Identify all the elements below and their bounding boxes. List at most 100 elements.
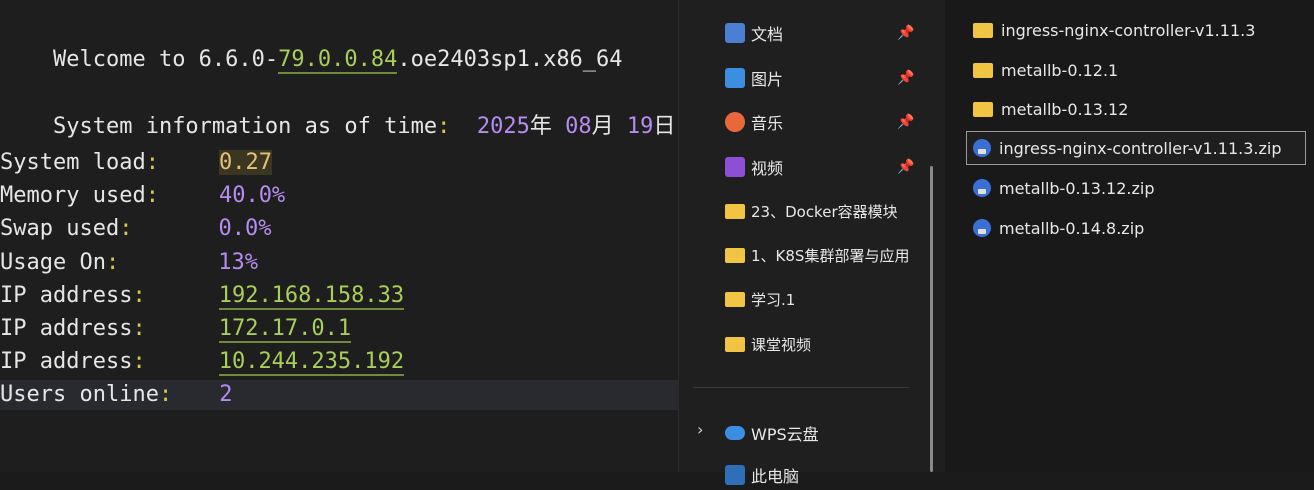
stat-row: Memory used: 40.0% (0, 181, 285, 211)
list-item[interactable]: metallb-0.13.12 (967, 92, 1307, 126)
nav-item-label: 此电脑 (751, 467, 800, 486)
file-name: ingress-nginx-controller-v1.11.3.zip (999, 138, 1282, 158)
stat-value: 0.27 (218, 150, 272, 175)
pin-icon[interactable]: 📌 (897, 114, 914, 130)
file-name: metallb-0.14.8.zip (999, 218, 1145, 238)
stat-colon: : (145, 150, 159, 175)
stat-colon: : (119, 216, 133, 241)
nav-item-label: 视频 (751, 159, 784, 178)
sysinfo-year-unit: 年 (529, 114, 566, 139)
nav-item-documents[interactable]: 文档 (725, 18, 783, 48)
explorer-nav-pane[interactable]: 文档 📌 图片 📌 音乐 📌 视频 📌 23、Docker容器模块 1、K8S集… (678, 0, 946, 486)
stat-label: System load (0, 150, 146, 175)
welcome-version: 79.0.0.84 (278, 47, 398, 74)
sysinfo-label: System information as of time (52, 114, 438, 139)
pin-icon[interactable]: 📌 (897, 159, 914, 175)
list-item[interactable]: ingress-nginx-controller-v1.11.3 (967, 13, 1307, 47)
nav-item-k8s-folder[interactable]: 1、K8S集群部署与应用 (725, 240, 909, 270)
stat-value: 172.17.0.1 (218, 316, 352, 343)
nav-item-label: 23、Docker容器模块 (751, 202, 898, 221)
stat-label: Swap used (0, 216, 120, 241)
folder-icon (973, 101, 993, 117)
stat-label: Users online (0, 382, 159, 407)
document-icon (725, 23, 745, 43)
file-name: metallb-0.12.1 (1001, 60, 1119, 80)
list-item[interactable]: metallb-0.12.1 (967, 53, 1307, 87)
list-item-selected[interactable]: ingress-nginx-controller-v1.11.3.zip (966, 131, 1306, 165)
sysinfo-day: 19 (626, 114, 654, 139)
nav-item-label: 课堂视频 (751, 335, 812, 354)
pictures-icon (725, 68, 745, 88)
folder-icon (725, 203, 745, 219)
welcome-prefix: Welcome to 6.6.0- (52, 47, 279, 72)
stat-value: 13% (218, 250, 258, 275)
stat-row: IP address: 10.244.235.192 (0, 347, 405, 377)
sysinfo-year: 2025 (476, 114, 530, 139)
stat-colon: : (158, 382, 173, 407)
folder-icon (725, 291, 745, 307)
file-name: metallb-0.13.12.zip (999, 178, 1155, 198)
nav-item-label: WPS云盘 (751, 425, 819, 444)
stat-value: 0.0% (218, 216, 272, 241)
nav-item-label: 1、K8S集群部署与应用 (751, 246, 910, 265)
nav-item-label: 学习.1 (751, 290, 796, 309)
nav-item-docker-folder[interactable]: 23、Docker容器模块 (725, 196, 898, 226)
sysinfo-day-unit: 日 (653, 114, 676, 139)
nav-item-pictures[interactable]: 图片 (725, 63, 783, 93)
cloud-icon (725, 426, 745, 440)
nav-item-label: 图片 (751, 70, 784, 89)
computer-icon (725, 465, 745, 485)
pin-icon[interactable]: 📌 (897, 70, 914, 86)
stat-colon: : (132, 316, 146, 341)
stat-colon: : (132, 349, 146, 374)
stat-colon: : (132, 283, 146, 308)
stat-label: IP address (0, 349, 133, 374)
stat-row: IP address: 192.168.158.33 (0, 281, 405, 311)
file-list-pane[interactable]: ingress-nginx-controller-v1.11.3 metallb… (945, 0, 1314, 472)
stat-label: Memory used (0, 183, 146, 208)
nav-item-wps-cloud[interactable]: WPS云盘 (725, 418, 819, 448)
stat-row: Users online: 2 (0, 380, 678, 410)
list-item[interactable]: metallb-0.14.8.zip (967, 211, 1307, 245)
folder-icon (973, 62, 993, 78)
nav-item-class-video-folder[interactable]: 课堂视频 (725, 329, 811, 359)
stat-value: 2 (219, 382, 233, 407)
list-item[interactable]: metallb-0.13.12.zip (967, 171, 1307, 205)
videos-icon (725, 157, 745, 177)
nav-item-label: 文档 (751, 25, 784, 44)
chevron-right-icon[interactable]: › (697, 420, 703, 439)
music-icon (725, 112, 745, 132)
folder-icon (973, 22, 993, 38)
sysinfo-colon: : (437, 114, 451, 139)
stat-row: Swap used: 0.0% (0, 214, 271, 244)
stat-row: Usage On: 13% (0, 248, 258, 278)
sysinfo-month-unit: 月 (591, 114, 627, 139)
nav-item-videos[interactable]: 视频 (725, 152, 783, 182)
stat-colon: : (145, 183, 159, 208)
stat-value: 40.0% (218, 183, 286, 208)
file-name: metallb-0.13.12 (1001, 99, 1129, 119)
zip-archive-icon (973, 219, 991, 237)
terminal-pane[interactable]: Welcome to 6.6.0-79.0.0.84.oe2403sp1.x86… (0, 0, 678, 472)
stat-colon: : (105, 250, 120, 275)
zip-archive-icon (973, 179, 991, 197)
welcome-suffix: .oe2403sp1.x86_64 (397, 47, 623, 72)
stat-label: IP address (0, 316, 133, 341)
stat-row: IP address: 172.17.0.1 (0, 314, 352, 344)
zip-archive-icon (973, 139, 991, 157)
folder-icon (725, 336, 745, 352)
nav-item-study-folder[interactable]: 学习.1 (725, 284, 795, 314)
pin-icon[interactable]: 📌 (897, 25, 914, 41)
nav-item-this-pc[interactable]: 此电脑 (725, 460, 799, 490)
stat-value: 192.168.158.33 (218, 283, 405, 310)
nav-scrollbar[interactable] (930, 166, 933, 472)
file-name: ingress-nginx-controller-v1.11.3 (1001, 20, 1256, 40)
stat-row: System load: 0.27 (0, 148, 272, 178)
stat-label: Usage On (0, 250, 106, 275)
stat-value: 10.244.235.192 (218, 349, 405, 376)
nav-item-music[interactable]: 音乐 (725, 107, 783, 137)
stat-label: IP address (0, 283, 133, 308)
nav-divider (693, 387, 909, 388)
folder-icon (725, 247, 745, 263)
sysinfo-month: 08 (565, 114, 592, 139)
